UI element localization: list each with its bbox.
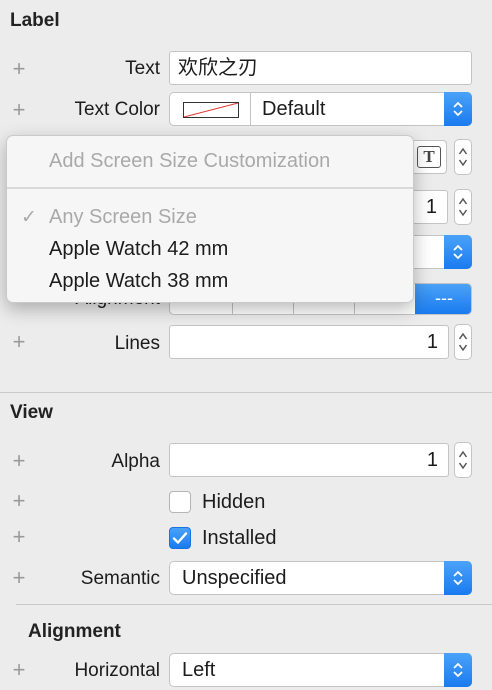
section-divider (0, 392, 492, 393)
installed-label[interactable]: Installed (202, 527, 277, 550)
menu-item-add-customization: Add Screen Size Customization (49, 150, 331, 172)
text-color-control[interactable]: Default (169, 92, 472, 126)
menu-item-apple-watch-42[interactable]: Apple Watch 42 mm (49, 238, 228, 261)
stepper-arrows-icon[interactable] (454, 139, 472, 175)
popup-arrows-icon[interactable] (444, 561, 472, 595)
subsection-divider (16, 604, 492, 605)
screen-size-menu: Add Screen Size Customization ✓ Any Scre… (6, 135, 414, 303)
alignment-section-title: Alignment (28, 621, 121, 642)
checkmark-icon (172, 532, 188, 544)
menu-item-any-screen-size: Any Screen Size (49, 206, 197, 228)
plus-icon[interactable]: + (10, 567, 28, 589)
alpha-value: 1 (426, 449, 438, 471)
lines-label: Lines (114, 333, 160, 354)
hidden-checkbox[interactable] (169, 491, 191, 513)
checkmark-icon: ✓ (21, 207, 37, 228)
popup-arrows-icon[interactable] (444, 653, 472, 687)
plus-icon[interactable]: + (10, 99, 28, 121)
plus-icon[interactable]: + (10, 331, 28, 353)
plus-icon[interactable]: + (10, 58, 28, 80)
color-swatch[interactable] (183, 102, 239, 118)
menu-separator (7, 187, 413, 189)
popup-arrows-icon[interactable] (444, 92, 472, 126)
alignment-segment-natural[interactable]: --- (415, 284, 471, 314)
plus-icon[interactable]: + (10, 450, 28, 472)
menu-item-apple-watch-38[interactable]: Apple Watch 38 mm (49, 270, 228, 293)
alpha-field[interactable]: 1 (169, 443, 449, 477)
stepper-arrows-icon[interactable] (454, 189, 472, 225)
text-label: Text (125, 58, 160, 79)
plus-icon[interactable]: + (10, 659, 28, 681)
semantic-popup[interactable]: Unspecified (169, 561, 472, 595)
lines-field[interactable]: 1 (169, 325, 449, 359)
text-field[interactable]: 欢欣之刃 (169, 51, 472, 85)
label-section-title: Label (10, 10, 60, 31)
plus-icon[interactable]: + (10, 526, 28, 548)
lines-value: 1 (426, 331, 438, 353)
text-color-value: Default (262, 98, 326, 120)
stepper-arrows-icon[interactable] (454, 324, 472, 360)
view-section-title: View (10, 402, 53, 423)
stepper-arrows-icon[interactable] (454, 442, 472, 478)
horizontal-label: Horizontal (74, 660, 160, 681)
popup-arrows-icon[interactable] (444, 235, 472, 269)
installed-checkbox[interactable] (169, 527, 191, 549)
plus-icon[interactable]: + (10, 490, 28, 512)
font-T-icon: T (417, 146, 441, 168)
horizontal-value: Left (182, 659, 216, 681)
text-field-value: 欢欣之刃 (178, 57, 258, 79)
font-picker-button[interactable]: T (411, 140, 447, 174)
semantic-value: Unspecified (182, 567, 287, 589)
semantic-label: Semantic (80, 568, 160, 589)
hidden-label[interactable]: Hidden (202, 491, 265, 514)
horizontal-popup[interactable]: Left (169, 653, 472, 687)
alpha-label: Alpha (111, 451, 160, 472)
min-font-value: 1 (425, 196, 437, 218)
text-color-label: Text Color (74, 99, 160, 120)
